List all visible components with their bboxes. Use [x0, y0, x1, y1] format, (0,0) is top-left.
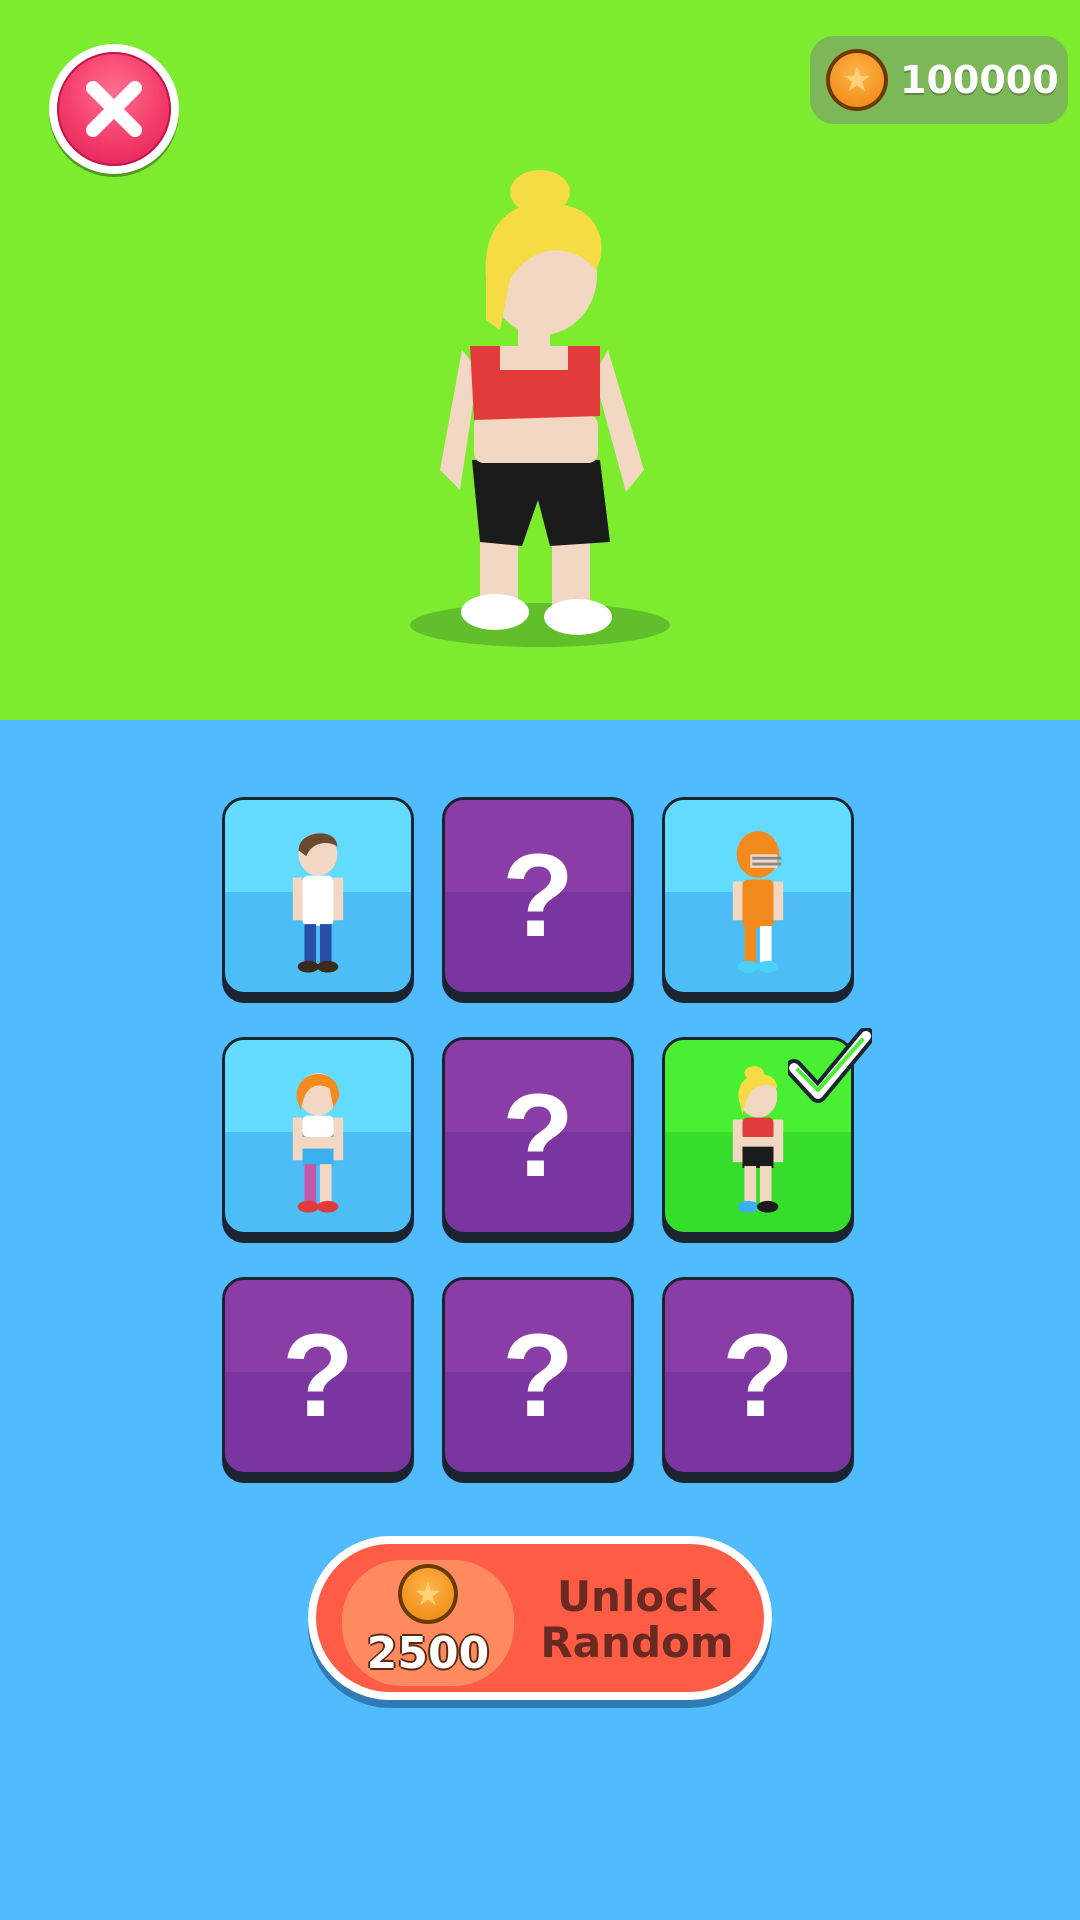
- unlock-random-button[interactable]: ★ 2500 Unlock Random: [308, 1536, 772, 1700]
- unlock-label-line1: Unlock: [556, 1572, 718, 1621]
- coin-amount: 100000: [900, 58, 1059, 102]
- close-icon: [57, 52, 171, 166]
- price-pill: ★ 2500: [342, 1560, 514, 1686]
- question-mark-icon: ?: [501, 1310, 575, 1442]
- unlock-price: 2500: [366, 1628, 490, 1679]
- locked-tile-7[interactable]: ?: [222, 1277, 414, 1475]
- unlock-random-button-face: ★ 2500 Unlock Random: [316, 1544, 764, 1692]
- unlock-label-line2: Random: [540, 1618, 734, 1667]
- unlock-label: Unlock Random: [532, 1574, 742, 1666]
- locked-tile-5[interactable]: ?: [442, 1037, 634, 1235]
- question-mark-icon: ?: [281, 1310, 355, 1442]
- locked-tile-8[interactable]: ?: [442, 1277, 634, 1475]
- character-tile-3[interactable]: [662, 797, 854, 995]
- locked-tile-2[interactable]: ?: [442, 797, 634, 995]
- checkmark-icon: [785, 1027, 875, 1108]
- orange-hair-girl-icon: [292, 1073, 344, 1213]
- brown-hair-boy-icon: [292, 833, 344, 973]
- coin-star-icon: ★: [826, 49, 888, 111]
- locked-tile-9[interactable]: ?: [662, 1277, 854, 1475]
- question-mark-icon: ?: [501, 1070, 575, 1202]
- coin-star-icon: ★: [398, 1564, 458, 1624]
- character-tile-4[interactable]: [222, 1037, 414, 1235]
- close-button[interactable]: [49, 44, 179, 174]
- question-mark-icon: ?: [721, 1310, 795, 1442]
- character-tile-1[interactable]: [222, 797, 414, 995]
- question-mark-icon: ?: [501, 830, 575, 962]
- football-player-icon: [732, 831, 784, 973]
- preview-character: [400, 170, 680, 654]
- coin-balance: ★ 100000: [810, 36, 1068, 124]
